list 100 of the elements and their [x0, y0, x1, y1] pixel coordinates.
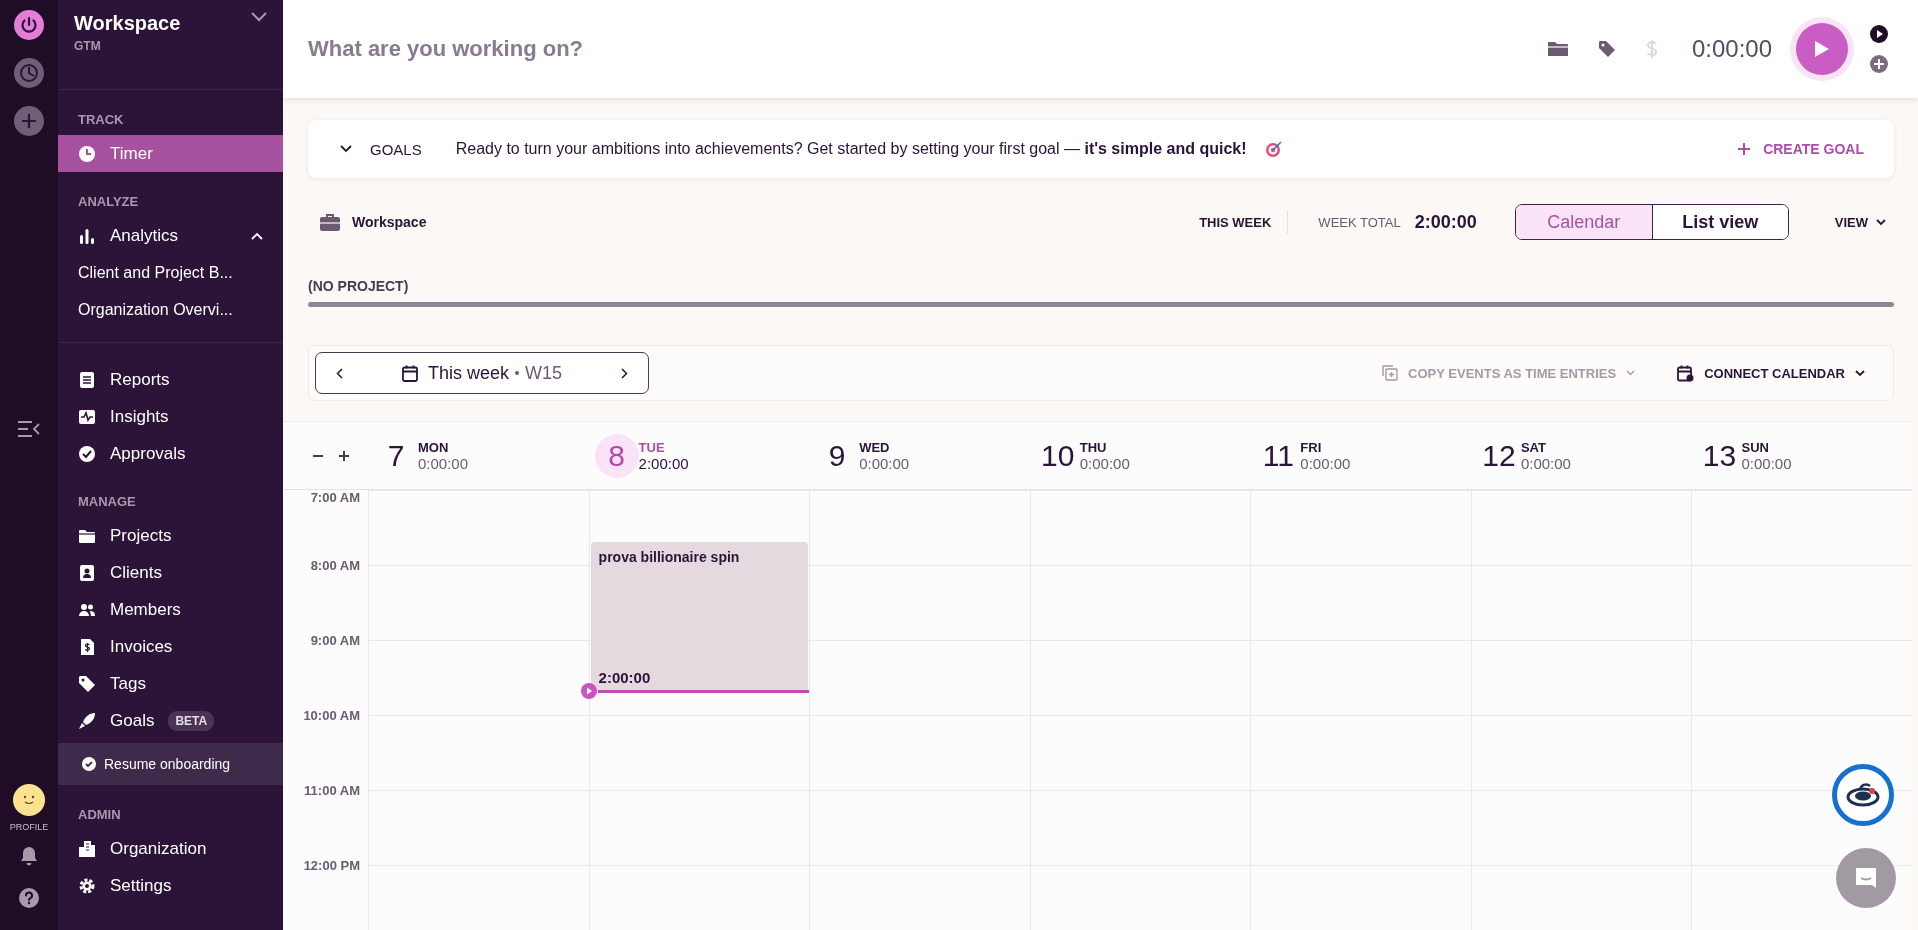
day-name: FRI: [1300, 439, 1323, 455]
day-number[interactable]: 8: [594, 433, 639, 478]
chevron-down-icon[interactable]: [251, 12, 267, 22]
day-total: 0:00:00: [418, 454, 469, 472]
view-tab[interactable]: List view: [1651, 205, 1788, 239]
workspace-name[interactable]: Workspace: [74, 12, 181, 35]
sidebar-item[interactable]: Projects: [58, 517, 283, 554]
create-goal-button[interactable]: CREATE GOAL: [1731, 140, 1870, 158]
building-icon: [78, 839, 96, 858]
hour-label: 12:00 PM: [303, 857, 360, 873]
separator-dot: [515, 371, 519, 375]
day-name: WED: [859, 439, 891, 455]
entry-duration: 2:00:00: [598, 669, 652, 686]
project-label: (NO PROJECT): [308, 278, 410, 294]
sidebar-item[interactable]: Analytics: [58, 217, 283, 254]
sidebar-subitem[interactable]: Organization Overvi...: [58, 291, 283, 328]
document-icon: [78, 370, 96, 389]
collapse-menu-icon[interactable]: [17, 420, 41, 438]
hour-label: 11:00 AM: [304, 782, 360, 798]
add-icon[interactable]: [1870, 55, 1888, 73]
section-heading: ANALYZE: [77, 193, 140, 211]
zoom-in-icon[interactable]: [337, 449, 350, 462]
date-range-label: THIS WEEK: [1199, 214, 1272, 230]
billable-toggle[interactable]: [1645, 39, 1658, 59]
chevron-icon[interactable]: [251, 231, 263, 240]
tag-icon: [78, 674, 96, 693]
day-total: 0:00:00: [1520, 454, 1571, 472]
sidebar-item[interactable]: Goals BETA: [58, 702, 283, 739]
play-icon[interactable]: [1870, 25, 1888, 43]
hour-label: 7:00 AM: [310, 490, 360, 505]
help-icon[interactable]: [19, 888, 39, 908]
sidebar-item[interactable]: Approvals: [58, 435, 283, 472]
chat-icon: [1854, 866, 1878, 890]
day-total: 0:00:00: [1300, 454, 1351, 472]
section-heading: ADMIN: [77, 806, 122, 824]
swirl-logo-icon: [1846, 782, 1880, 808]
contact-card-icon: [78, 563, 96, 582]
chevron-down-icon: [1876, 218, 1886, 226]
sidebar-item[interactable]: Insights: [58, 398, 283, 435]
day-number[interactable]: 13: [1697, 433, 1742, 478]
timer-icon[interactable]: [14, 58, 44, 88]
timer-duration: 0:00:00: [1691, 35, 1772, 63]
profile-label[interactable]: PROFILE: [9, 822, 49, 832]
week-picker[interactable]: This week W15: [315, 352, 649, 394]
day-number[interactable]: 7: [374, 433, 418, 478]
chevron-down-icon: [1855, 369, 1865, 377]
chevron-left-icon[interactable]: [336, 367, 343, 379]
sidebar-item[interactable]: Clients: [58, 554, 283, 591]
connect-calendar-button[interactable]: CONNECT CALENDAR: [1671, 363, 1871, 383]
week-total-value: 2:00:00: [1414, 211, 1477, 233]
check-circle-icon: [78, 444, 96, 463]
sidebar-item[interactable]: Invoices: [58, 628, 283, 665]
time-entry-block[interactable]: prova billionaire spin 2:00:00: [590, 542, 809, 692]
copy-icon: [1382, 365, 1399, 381]
power-icon[interactable]: [14, 10, 44, 40]
day-name: SUN: [1741, 439, 1770, 455]
sidebar-item[interactable]: Reports: [58, 361, 283, 398]
workspace-label: Workspace: [352, 214, 427, 230]
section-heading: MANAGE: [77, 493, 137, 511]
week-total-label: WEEK TOTAL: [1318, 214, 1401, 230]
clock-icon: [78, 144, 96, 163]
day-number[interactable]: 10: [1035, 433, 1080, 478]
day-number[interactable]: 9: [815, 433, 860, 478]
folder-icon[interactable]: [1547, 41, 1568, 57]
day-total: 0:00:00: [1079, 454, 1130, 472]
sidebar-item[interactable]: Tags: [58, 665, 283, 702]
add-icon[interactable]: [14, 106, 44, 136]
pulse-icon: [78, 407, 96, 426]
sidebar-item[interactable]: Members: [58, 591, 283, 628]
plus-icon: [1737, 142, 1752, 156]
tag-icon[interactable]: [1597, 40, 1616, 58]
sidebar-item[interactable]: Organization: [58, 830, 283, 867]
rocket-icon: [78, 711, 96, 730]
bell-icon[interactable]: [20, 846, 38, 866]
chevron-down-icon[interactable]: [340, 145, 352, 153]
view-menu-button[interactable]: VIEW: [1828, 213, 1892, 231]
day-name: SAT: [1520, 439, 1547, 455]
day-number[interactable]: 12: [1476, 433, 1521, 478]
day-name: THU: [1079, 439, 1108, 455]
day-total: 2:00:00: [638, 454, 689, 472]
timer-bar[interactable]: What are you working on? 0:00:00: [283, 0, 1918, 98]
briefcase-icon: [320, 213, 340, 231]
play-icon: [1813, 40, 1830, 58]
entry-title: prova billionaire spin: [598, 549, 741, 565]
section-heading: TRACK: [77, 111, 125, 129]
hour-label: 10:00 AM: [303, 707, 360, 723]
sidebar-subitem[interactable]: Client and Project B...: [58, 254, 283, 291]
sidebar-item[interactable]: Timer: [58, 135, 283, 172]
bar-chart-icon: [78, 226, 96, 245]
chevron-right-icon[interactable]: [621, 367, 628, 379]
day-number[interactable]: 11: [1256, 433, 1301, 478]
target-icon: [1264, 140, 1283, 158]
view-tab[interactable]: Calendar: [1515, 205, 1652, 239]
dollar-icon: [1645, 39, 1658, 59]
resume-onboarding-button[interactable]: Resume onboarding: [58, 743, 283, 785]
goals-label[interactable]: GOALS: [370, 140, 422, 158]
sidebar-item[interactable]: Settings: [58, 867, 283, 904]
day-name: MON: [418, 439, 450, 455]
avatar-icon[interactable]: [13, 784, 45, 816]
calendar-sync-icon: [1677, 364, 1695, 382]
